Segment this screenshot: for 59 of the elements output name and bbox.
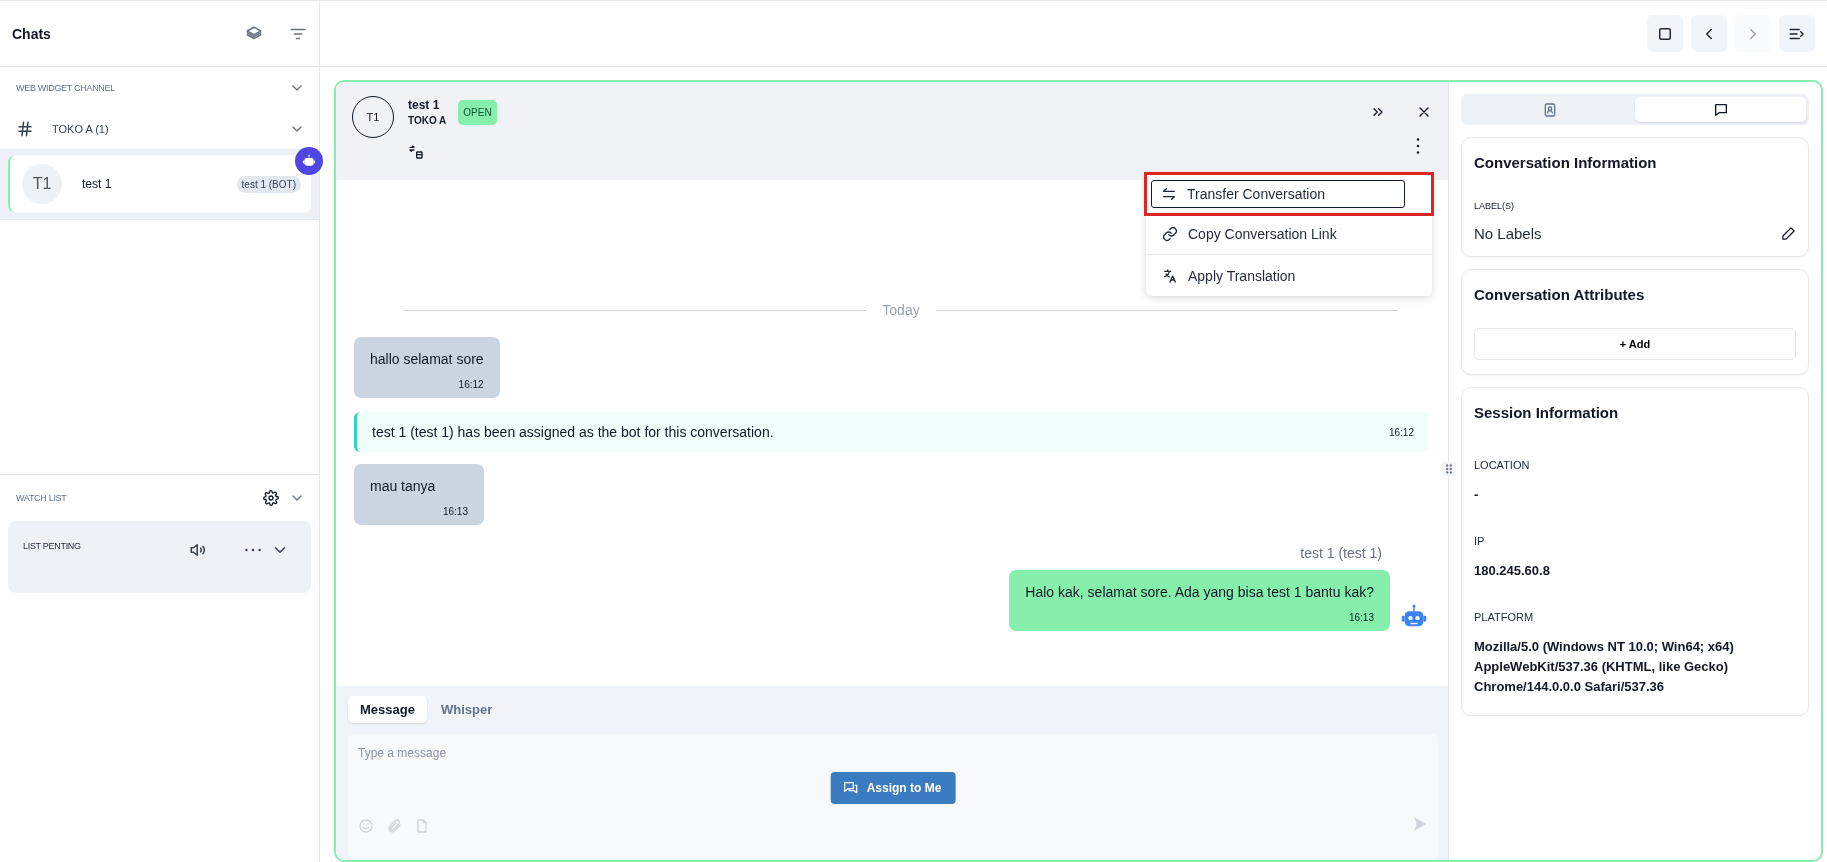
field-label: IP xyxy=(1474,535,1486,547)
translate-icon xyxy=(1162,267,1178,284)
field-value: 180.245.60.8 xyxy=(1474,562,1551,580)
pencil-icon xyxy=(1781,226,1796,241)
speaker-icon xyxy=(189,541,207,559)
more-icon xyxy=(245,548,261,552)
transfer-icon xyxy=(1161,185,1177,202)
message-time: 16:13 xyxy=(1348,612,1374,623)
inbox-name: TOKO A xyxy=(408,115,447,126)
file-icon xyxy=(414,818,430,834)
field-value: - xyxy=(1474,486,1480,504)
contact-name: test 1 xyxy=(408,98,441,112)
composer-tab[interactable]: Whisper xyxy=(428,696,505,723)
date-divider: Today xyxy=(404,302,1398,318)
message-time: 16:13 xyxy=(442,506,468,517)
composer-tab[interactable]: Message xyxy=(348,696,427,723)
edit-button[interactable] xyxy=(1781,226,1796,241)
field-label: LOCATION xyxy=(1474,459,1531,471)
field-value: No Labels xyxy=(1474,225,1543,242)
field-label: LABEL(S) xyxy=(1474,201,1516,211)
section-title: WEB WIDGET CHANNEL xyxy=(16,83,116,93)
agent-tag: test 1 (BOT) xyxy=(236,175,301,193)
square-button[interactable] xyxy=(1647,15,1683,52)
contact-name: test 1 xyxy=(82,177,113,191)
card-title: Session Information xyxy=(1474,404,1620,421)
menu-item[interactable]: Apply Translation xyxy=(1146,255,1432,296)
more-icon xyxy=(1416,138,1420,154)
attachment-icon xyxy=(386,818,402,834)
message-text: hallo selamat sore xyxy=(370,351,484,367)
list-name: LIST PENTING xyxy=(23,541,82,551)
robot-icon xyxy=(302,154,316,168)
message-text: test 1 (test 1) has been assigned as the bot for this conversation. xyxy=(372,424,775,440)
message-time: 16:12 xyxy=(458,379,484,390)
hash-icon xyxy=(16,120,34,138)
message-text: mau tanya xyxy=(370,478,437,494)
section-title: WATCH LIST xyxy=(16,493,68,503)
assign-button[interactable]: Assign to Me xyxy=(830,772,956,804)
sidebar-title: Chats xyxy=(12,25,52,42)
field-value: Mozilla/5.0 (Windows NT 10.0; Win64; x64) AppleWebKit/537.36 (KHTML, like Gecko) Chrome/144.0.0.0 Safari/537.36 xyxy=(1474,638,1735,696)
swap-icon xyxy=(408,144,424,160)
chat-bubbles-icon xyxy=(842,780,859,796)
card-title: Conversation Attributes xyxy=(1474,286,1646,303)
message-text: Halo kak, selamat sore. Ada yang bisa test 1 bantu kak? xyxy=(1025,584,1374,600)
sender-name: test 1 (test 1) xyxy=(1300,545,1382,561)
link-icon xyxy=(1162,226,1178,242)
chat-icon xyxy=(1712,101,1729,118)
field-label: PLATFORM xyxy=(1474,611,1535,623)
message-input[interactable]: Type a message xyxy=(358,746,658,760)
card-title: Conversation Information xyxy=(1474,154,1658,171)
avatar: T1 xyxy=(22,164,62,204)
settings-icon xyxy=(263,490,279,506)
inbox-name[interactable]: TOKO A (1) xyxy=(52,123,271,135)
add-button[interactable]: + Add xyxy=(1474,328,1796,360)
conversation-item[interactable]: T1 test 1 test 1 (BOT) xyxy=(8,155,311,213)
panel-toggle-button[interactable] xyxy=(1779,15,1815,52)
status-tag: OPEN xyxy=(458,100,497,125)
emoji-icon xyxy=(358,818,374,834)
message-time: 16:12 xyxy=(1388,426,1414,438)
send-icon xyxy=(1412,816,1428,832)
